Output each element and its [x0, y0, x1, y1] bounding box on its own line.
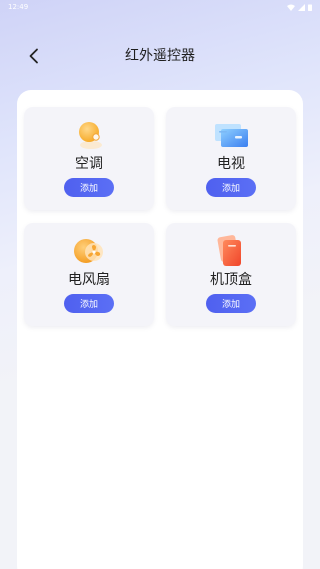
wifi-icon: [287, 4, 295, 11]
battery-icon: [308, 4, 312, 11]
device-label: 机顶盒: [210, 272, 252, 288]
add-fan-button[interactable]: 添加: [64, 294, 114, 313]
back-button[interactable]: [22, 45, 46, 67]
add-tv-button[interactable]: 添加: [206, 178, 256, 197]
device-card-set-top-box[interactable]: 机顶盒 添加: [166, 223, 296, 326]
page-title: 红外遥控器: [125, 48, 195, 64]
add-air-conditioner-button[interactable]: 添加: [64, 178, 114, 197]
device-label: 空调: [75, 156, 103, 172]
signal-icon: [298, 3, 305, 11]
device-label: 电视: [217, 156, 245, 172]
tv-icon: [215, 124, 248, 147]
device-card-fan[interactable]: 电风扇 添加: [24, 223, 154, 326]
device-panel: 空调 添加 电视 添加 电风扇 添加 机顶盒 添加: [17, 90, 303, 569]
status-icons: [287, 3, 312, 11]
chevron-left-icon: [29, 48, 38, 64]
add-set-top-box-button[interactable]: 添加: [206, 294, 256, 313]
device-card-tv[interactable]: 电视 添加: [166, 107, 296, 210]
status-time: 12:49: [8, 3, 29, 11]
top-nav: 红外遥控器: [0, 40, 320, 70]
device-card-air-conditioner[interactable]: 空调 添加: [24, 107, 154, 210]
fan-icon: [74, 239, 103, 263]
set-top-box-icon: [217, 235, 241, 266]
status-bar: 12:49: [0, 0, 320, 14]
device-label: 电风扇: [68, 272, 110, 288]
air-conditioner-icon: [79, 122, 102, 149]
